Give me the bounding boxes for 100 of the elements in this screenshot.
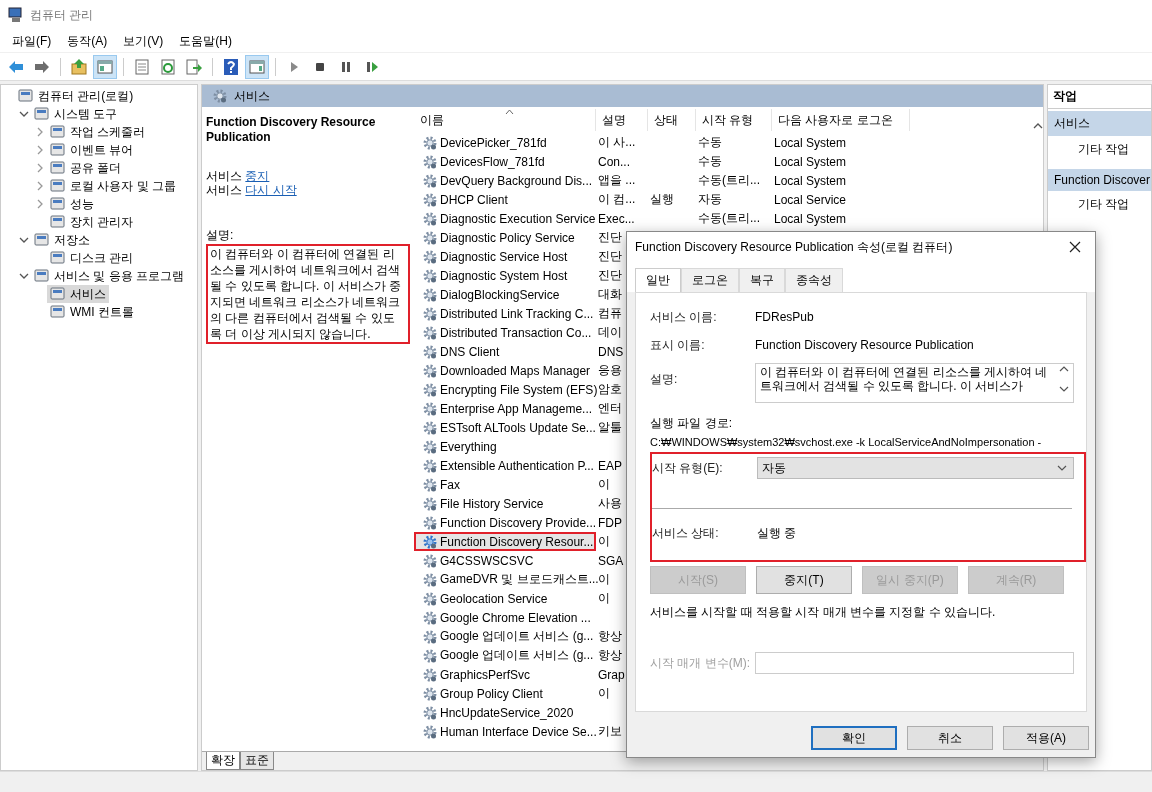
table-cell: Local System	[774, 211, 847, 226]
list-item[interactable]: Extensible Authentication P...	[414, 456, 596, 475]
list-item[interactable]: Geolocation Service	[414, 589, 596, 608]
list-item[interactable]: DevicesFlow_781fd	[414, 152, 596, 171]
list-item[interactable]: GraphicsPerfSvc	[414, 665, 596, 684]
list-item[interactable]: ESTsoft ALTools Update Se...	[414, 418, 596, 437]
action-item[interactable]: 기타 작업	[1048, 136, 1151, 163]
hint-text: 서비스를 시작할 때 적용할 시작 매개 변수를 지정할 수 있습니다.	[650, 604, 997, 621]
column-header[interactable]: 설명	[596, 109, 648, 131]
list-item[interactable]: Encrypting File System (EFS)	[414, 380, 596, 399]
gear-icon	[422, 191, 438, 208]
tab[interactable]: 일반	[635, 268, 681, 292]
tree-item[interactable]: 시스템 도구	[31, 105, 121, 123]
list-item[interactable]: Function Discovery Resour...	[414, 532, 596, 551]
column-header[interactable]: 시작 유형	[696, 109, 772, 131]
chevron-down-icon[interactable]	[19, 109, 29, 119]
dialog-button[interactable]: 적용(A)	[1003, 726, 1089, 750]
tree-item[interactable]: 공유 폴더	[47, 159, 125, 177]
tree-item[interactable]: 로컬 사용자 및 그룹	[47, 177, 179, 195]
field-value: Function Discovery Resource Publication	[755, 338, 974, 352]
parameters-field[interactable]	[755, 652, 1074, 674]
chevron-right-icon[interactable]	[35, 181, 45, 191]
view-tab[interactable]: 확장	[206, 752, 240, 770]
action-link[interactable]: 중지	[245, 169, 270, 183]
list-item[interactable]: DialogBlockingService	[414, 285, 596, 304]
list-item[interactable]: DevQuery Background Dis...	[414, 171, 596, 190]
list-item[interactable]: Google Chrome Elevation ...	[414, 608, 596, 627]
tree-item[interactable]: 서비스 및 응용 프로그램	[31, 267, 187, 285]
list-item[interactable]: Everything	[414, 437, 596, 456]
table-cell: 엔터	[598, 401, 622, 415]
tree-item[interactable]: 성능	[47, 195, 97, 213]
table-cell: 사용	[598, 496, 622, 510]
list-item[interactable]: File History Service	[414, 494, 596, 513]
window-pane-icon	[96, 57, 114, 76]
tree-item[interactable]: WMI 컨트롤	[47, 303, 137, 321]
column-header[interactable]: 이름	[414, 109, 596, 131]
action-item[interactable]: 기타 작업	[1048, 191, 1151, 218]
tree-item[interactable]: 저장소	[31, 231, 93, 249]
tab[interactable]: 종속성	[785, 268, 843, 292]
chevron-right-icon[interactable]	[35, 163, 45, 173]
list-item[interactable]: Fax	[414, 475, 596, 494]
list-item[interactable]: Diagnostic Execution Service	[414, 209, 596, 228]
chevron-right-icon[interactable]	[35, 127, 45, 137]
dialog-button[interactable]: 확인	[811, 726, 897, 750]
tree-item[interactable]: 컴퓨터 관리(로컬)	[15, 87, 137, 105]
tree-item[interactable]: 작업 스케줄러	[47, 123, 149, 141]
list-item[interactable]: Human Interface Device Se...	[414, 722, 596, 741]
menu-item[interactable]: 동작(A)	[59, 30, 116, 52]
list-item[interactable]: Downloaded Maps Manager	[414, 361, 596, 380]
description-box[interactable]: 이 컴퓨터와 이 컴퓨터에 연결된 리소스를 게시하여 네트워크에서 검색될 수 있도록 합니다. 이 서비스가	[755, 363, 1074, 403]
service-button[interactable]: 중지(T)	[756, 566, 852, 594]
list-item[interactable]: Distributed Link Tracking C...	[414, 304, 596, 323]
list-item[interactable]: Distributed Transaction Co...	[414, 323, 596, 342]
list-item[interactable]: GameDVR 및 브로드캐스트...	[414, 570, 596, 589]
gear-icon	[422, 457, 438, 474]
startup-type-dropdown[interactable]: 자동	[757, 457, 1074, 479]
list-item[interactable]: Diagnostic Policy Service	[414, 228, 596, 247]
list-item[interactable]: DHCP Client	[414, 190, 596, 209]
scrollbar-arrows-icon	[1059, 364, 1069, 394]
list-item[interactable]: Google 업데이트 서비스 (g...	[414, 646, 596, 665]
action-link[interactable]: 다시 시작	[245, 183, 297, 197]
menu-item[interactable]: 보기(V)	[115, 30, 172, 52]
table-cell: 응용	[598, 363, 622, 377]
tree-item[interactable]: 장치 관리자	[47, 213, 137, 231]
refresh-icon	[159, 57, 177, 76]
tab[interactable]: 복구	[739, 268, 785, 292]
gear-icon	[422, 533, 438, 550]
list-item[interactable]: Google 업데이트 서비스 (g...	[414, 627, 596, 646]
section-header[interactable]: Function Discover	[1048, 169, 1151, 191]
tree-item[interactable]: 이벤트 뷰어	[47, 141, 137, 159]
chevron-right-icon[interactable]	[35, 145, 45, 155]
section-header[interactable]: 서비스	[1048, 111, 1151, 136]
list-item[interactable]: Function Discovery Provide...	[414, 513, 596, 532]
table-cell: Exec...	[598, 211, 635, 226]
table-cell: 이	[598, 591, 610, 605]
list-item[interactable]: DNS Client	[414, 342, 596, 361]
folder-up-icon	[70, 57, 88, 76]
menu-item[interactable]: 도움말(H)	[171, 30, 240, 52]
list-item[interactable]: HncUpdateService_2020	[414, 703, 596, 722]
field-label: 서비스 상태:	[652, 524, 720, 542]
list-item[interactable]: Diagnostic Service Host	[414, 247, 596, 266]
tree-item[interactable]: 서비스	[47, 285, 109, 303]
gear-icon	[422, 210, 438, 227]
column-header[interactable]: 상태	[648, 109, 696, 131]
gear-icon	[212, 88, 228, 104]
list-item[interactable]: G4CSSWSCSVC	[414, 551, 596, 570]
list-item[interactable]: Diagnostic System Host	[414, 266, 596, 285]
menu-item[interactable]: 파일(F)	[4, 30, 60, 52]
tab[interactable]: 로그온	[681, 268, 739, 292]
column-header[interactable]: 다음 사용자로 로그온	[772, 109, 910, 131]
list-item[interactable]: Enterprise App Manageme...	[414, 399, 596, 418]
view-tab[interactable]: 표준	[240, 752, 274, 770]
tree-item[interactable]: 디스크 관리	[47, 249, 137, 267]
chevron-right-icon[interactable]	[35, 199, 45, 209]
scroll-up-icon[interactable]	[1033, 121, 1043, 131]
list-item[interactable]: DevicePicker_781fd	[414, 133, 596, 152]
chevron-down-icon[interactable]	[19, 235, 29, 245]
dialog-button[interactable]: 취소	[907, 726, 993, 750]
list-item[interactable]: Group Policy Client	[414, 684, 596, 703]
chevron-down-icon[interactable]	[19, 271, 29, 281]
